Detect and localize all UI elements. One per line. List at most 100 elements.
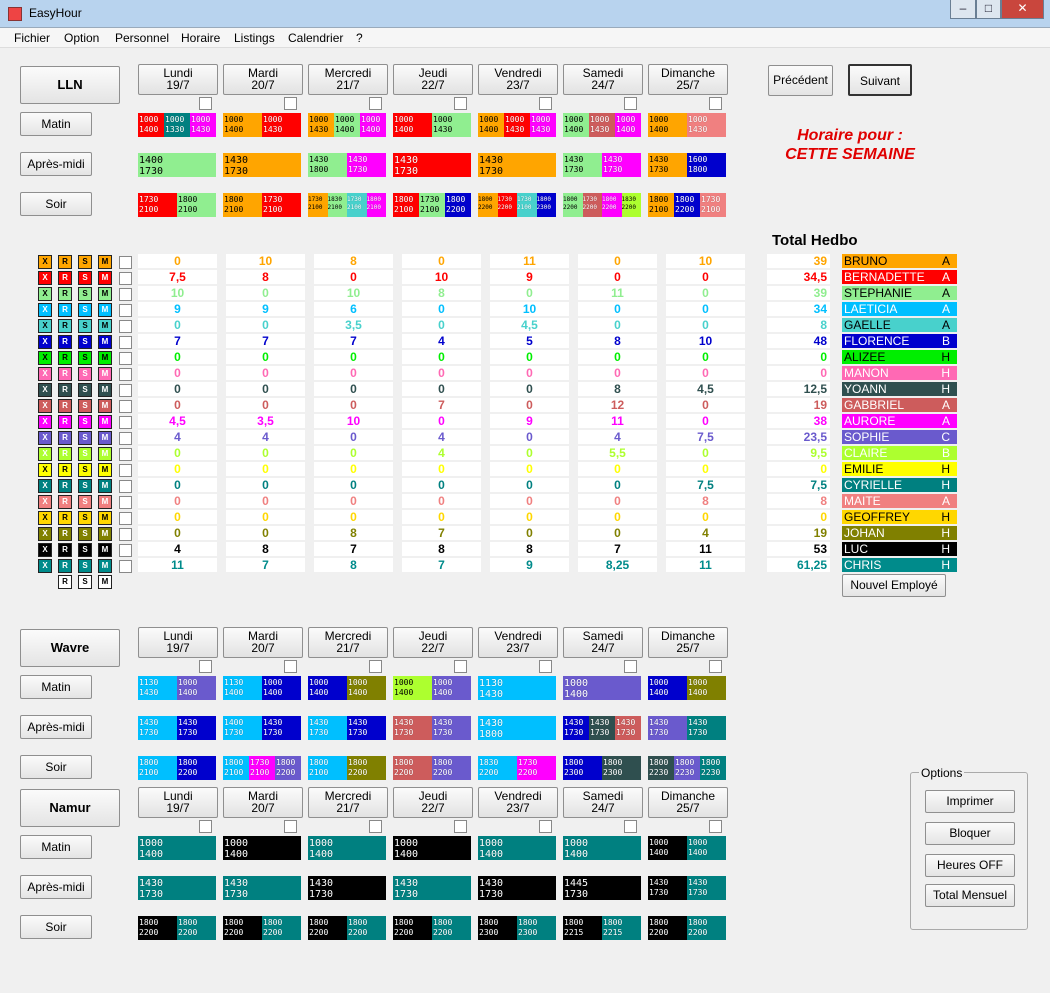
menu-option[interactable]: Option xyxy=(64,31,99,45)
shift-block[interactable]: 1800 2200 xyxy=(138,916,177,940)
shift-block[interactable]: 1800 2200 xyxy=(177,916,216,940)
schedule-cell[interactable]: 1800 2100 1730 2100 xyxy=(223,193,301,217)
employee-name[interactable]: GAELLE A xyxy=(842,318,957,332)
shift-block[interactable]: 1430 1730 xyxy=(478,153,556,177)
emp-s-button[interactable]: S xyxy=(78,479,92,493)
emp-m-button[interactable]: M xyxy=(98,335,112,349)
emp-r-button[interactable]: R xyxy=(58,415,72,429)
shift-block[interactable]: 1000 1400 xyxy=(223,836,301,860)
emp-m-button[interactable]: M xyxy=(98,495,112,509)
schedule-cell[interactable]: 1430 1730 1430 1730 xyxy=(648,716,726,740)
shift-block[interactable]: 1000 1400 xyxy=(432,676,471,700)
schedule-cell[interactable]: 1000 1400 xyxy=(563,836,641,860)
schedule-cell[interactable]: 1430 1730 1430 1730 xyxy=(138,716,216,740)
shift-block[interactable]: 1000 1400 xyxy=(563,836,641,860)
shift-block[interactable]: 1800 2300 xyxy=(517,916,556,940)
schedule-cell[interactable]: 1800 2200 1800 2200 xyxy=(223,916,301,940)
shift-block[interactable]: 1000 1400 xyxy=(262,676,301,700)
emp-checkbox[interactable] xyxy=(119,496,132,509)
employee-name[interactable]: ALIZEE H xyxy=(842,350,957,364)
shift-block[interactable]: 1800 2200 xyxy=(347,916,386,940)
emp-m-button[interactable]: M xyxy=(98,463,112,477)
employee-name[interactable]: MAITE A xyxy=(842,494,957,508)
shift-block[interactable]: 1800 2200 xyxy=(393,916,432,940)
day-checkbox[interactable] xyxy=(284,660,297,673)
emp-r-button[interactable]: R xyxy=(58,335,72,349)
shift-block[interactable]: 1130 1400 xyxy=(223,676,262,700)
emp-s-button[interactable]: S xyxy=(78,255,92,269)
emp-s-button[interactable]: S xyxy=(78,287,92,301)
shift-block[interactable]: 1000 1430 xyxy=(308,113,334,137)
emp-r-button[interactable]: R xyxy=(58,255,72,269)
schedule-cell[interactable]: 1130 1430 1000 1400 xyxy=(138,676,216,700)
schedule-cell[interactable]: 1800 2200 1800 2200 xyxy=(138,916,216,940)
emp-r-button[interactable]: R xyxy=(58,511,72,525)
shift-block[interactable]: 1800 2200 xyxy=(478,193,498,217)
emp-x-button[interactable]: X xyxy=(38,527,52,541)
day-button[interactable]: Dimanche 25/7 xyxy=(648,627,728,658)
employee-name[interactable]: JOHAN H xyxy=(842,526,957,540)
day-checkbox[interactable] xyxy=(199,97,212,110)
day-checkbox[interactable] xyxy=(624,97,637,110)
schedule-cell[interactable]: 1000 1400 1000 1400 xyxy=(308,676,386,700)
shift-block[interactable]: 1430 1730 xyxy=(589,716,615,740)
shift-label-soir[interactable]: Soir xyxy=(20,192,92,216)
schedule-cell[interactable]: 1430 1730 xyxy=(138,876,216,900)
shift-block[interactable]: 1430 1730 xyxy=(478,876,556,900)
employee-name[interactable]: CLAIRE B xyxy=(842,446,957,460)
emp-x-button[interactable]: X xyxy=(38,431,52,445)
shift-block[interactable]: 1800 2100 xyxy=(648,193,674,217)
empty-s-button[interactable]: S xyxy=(78,575,92,589)
shift-block[interactable]: 1430 1730 xyxy=(223,876,301,900)
shift-block[interactable]: 1430 1730 xyxy=(687,876,726,900)
menu-listings[interactable]: Listings xyxy=(234,31,275,45)
schedule-cell[interactable]: 1000 1430 1000 1400 1000 1400 xyxy=(308,113,386,137)
day-button[interactable]: Dimanche 25/7 xyxy=(648,787,728,818)
emp-m-button[interactable]: M xyxy=(98,511,112,525)
previous-button[interactable]: Précédent xyxy=(768,65,833,96)
schedule-cell[interactable]: 1000 1400 1000 1430 1000 1430 xyxy=(478,113,556,137)
emp-x-button[interactable]: X xyxy=(38,479,52,493)
shift-label-apres-midi[interactable]: Après-midi xyxy=(20,875,92,899)
emp-checkbox[interactable] xyxy=(119,368,132,381)
shift-block[interactable]: 1430 1730 xyxy=(648,716,687,740)
day-button[interactable]: Jeudi 22/7 xyxy=(393,627,473,658)
employee-name[interactable]: LUC H xyxy=(842,542,957,556)
emp-x-button[interactable]: X xyxy=(38,543,52,557)
schedule-cell[interactable]: 1730 2100 1830 2100 1730 2100 1800 2100 xyxy=(308,193,386,217)
shift-block[interactable]: 1000 1400 xyxy=(334,113,360,137)
emp-x-button[interactable]: X xyxy=(38,511,52,525)
day-button[interactable]: Jeudi 22/7 xyxy=(393,787,473,818)
day-button[interactable]: Lundi 19/7 xyxy=(138,64,218,95)
emp-checkbox[interactable] xyxy=(119,416,132,429)
shift-block[interactable]: 1430 1730 xyxy=(563,153,602,177)
schedule-cell[interactable]: 1430 1730 1430 1730 xyxy=(393,716,471,740)
emp-x-button[interactable]: X xyxy=(38,303,52,317)
shift-block[interactable]: 1800 2200 xyxy=(648,916,687,940)
shift-block[interactable]: 1430 1730 xyxy=(393,876,471,900)
emp-s-button[interactable]: S xyxy=(78,543,92,557)
shift-block[interactable]: 1730 2100 xyxy=(308,193,328,217)
menu-personnel[interactable]: Personnel xyxy=(115,31,169,45)
empty-m-button[interactable]: M xyxy=(98,575,112,589)
emp-r-button[interactable]: R xyxy=(58,479,72,493)
shift-label-matin[interactable]: Matin xyxy=(20,835,92,859)
schedule-cell[interactable]: 1000 1400 xyxy=(478,836,556,860)
shift-block[interactable]: 1000 1400 xyxy=(347,676,386,700)
shift-block[interactable]: 1000 1400 xyxy=(648,113,687,137)
emp-m-button[interactable]: M xyxy=(98,303,112,317)
emp-m-button[interactable]: M xyxy=(98,319,112,333)
shift-block[interactable]: 1730 2100 xyxy=(419,193,445,217)
shift-block[interactable]: 1800 2200 xyxy=(432,916,471,940)
emp-checkbox[interactable] xyxy=(119,400,132,413)
schedule-cell[interactable]: 1430 1730 1430 1730 xyxy=(648,876,726,900)
day-button[interactable]: Mercredi 21/7 xyxy=(308,64,388,95)
shift-block[interactable]: 1430 1730 xyxy=(138,876,216,900)
emp-checkbox[interactable] xyxy=(119,384,132,397)
schedule-cell[interactable]: 1800 2100 1800 2200 xyxy=(308,756,386,780)
shift-block[interactable]: 1600 1800 xyxy=(687,153,726,177)
shift-block[interactable]: 1000 1400 xyxy=(648,836,687,860)
emp-checkbox[interactable] xyxy=(119,256,132,269)
emp-s-button[interactable]: S xyxy=(78,335,92,349)
site-title-lln[interactable]: LLN xyxy=(20,66,120,104)
